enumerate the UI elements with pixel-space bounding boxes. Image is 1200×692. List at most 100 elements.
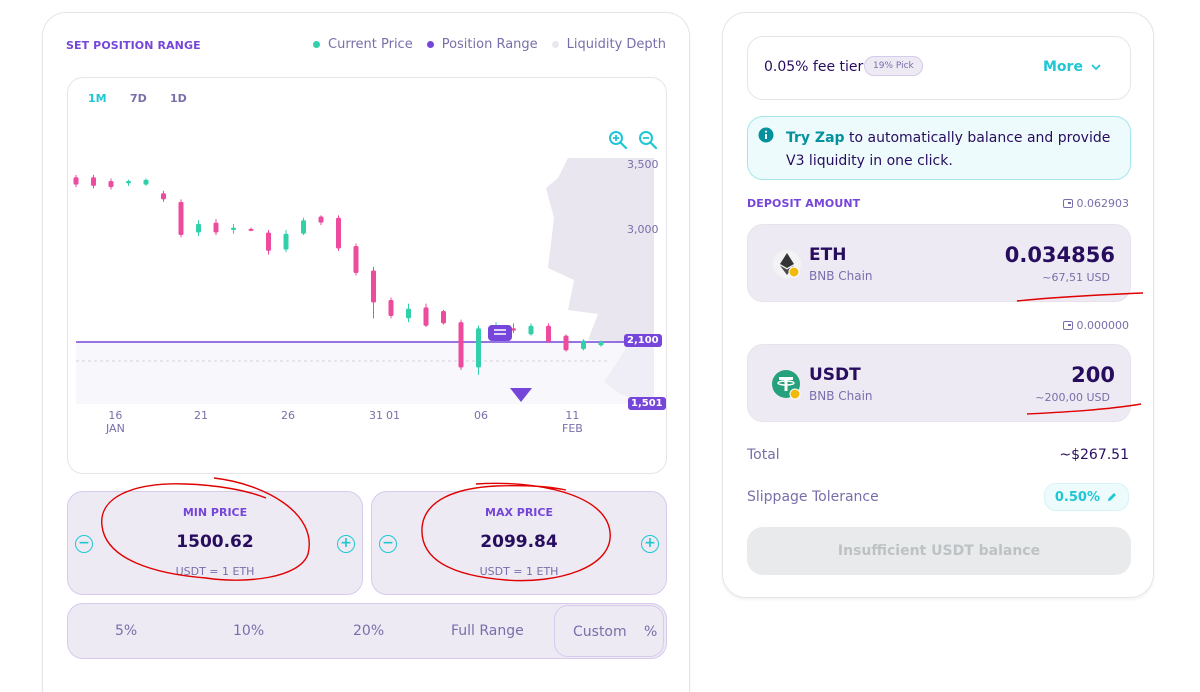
x-tick-label: 11 FEB bbox=[562, 409, 583, 435]
x-tick-day: 11 bbox=[565, 409, 580, 422]
eth-balance: 0.062903 bbox=[1062, 197, 1130, 210]
eth-balance-value: 0.062903 bbox=[1076, 197, 1130, 210]
position-range-band bbox=[76, 342, 654, 404]
candle-up bbox=[528, 325, 534, 335]
range-5-percent[interactable]: 5% bbox=[115, 623, 137, 639]
deposit-card: 0.05% fee tier 19% Pick More Try Zap to … bbox=[722, 12, 1154, 598]
candle-up bbox=[406, 308, 411, 319]
x-tick-day: 16 bbox=[108, 409, 123, 422]
red-underline-annotation bbox=[1016, 292, 1144, 302]
max-price-card: MAX PRICE 2099.84 USDT = 1 ETH − + bbox=[371, 482, 667, 595]
eth-symbol: ETH bbox=[809, 245, 847, 265]
y-tick-label: 3,500 bbox=[627, 158, 659, 171]
x-tick-label: 16 JAN bbox=[106, 409, 125, 435]
slippage-value: 0.50% bbox=[1054, 489, 1100, 505]
max-price-increase-icon[interactable]: + bbox=[641, 535, 659, 553]
legend-liquidity-depth: Liquidity Depth bbox=[551, 37, 666, 52]
range-20-percent[interactable]: 20% bbox=[353, 623, 384, 639]
x-tick-label: 31 bbox=[369, 409, 383, 422]
candle-up bbox=[231, 227, 236, 231]
usdt-amount-input[interactable]: 200 bbox=[1071, 363, 1115, 387]
eth-chain: BNB Chain bbox=[809, 269, 873, 283]
position-range-dot-icon bbox=[426, 41, 434, 48]
chevron-down-icon bbox=[1091, 64, 1101, 71]
fee-pick-badge: 19% Pick bbox=[864, 56, 923, 76]
candle-up bbox=[301, 220, 306, 234]
slippage-button[interactable]: 0.50% bbox=[1043, 483, 1129, 511]
x-tick-day: 26 bbox=[281, 409, 295, 422]
candle-down bbox=[73, 177, 79, 185]
min-price-marker: 1,501 bbox=[628, 397, 666, 410]
candle-down bbox=[423, 307, 429, 326]
candle-down bbox=[546, 325, 551, 342]
red-underline-annotation bbox=[1026, 403, 1142, 415]
candle-down bbox=[563, 335, 569, 351]
deposit-amount-title: DEPOSIT AMOUNT bbox=[747, 197, 861, 210]
min-price-increase-icon[interactable]: + bbox=[337, 535, 355, 553]
total-value: ~$267.51 bbox=[1059, 447, 1129, 463]
candle-down bbox=[178, 201, 184, 235]
range-custom-percent: % bbox=[644, 624, 658, 640]
liquidity-depth-dot-icon bbox=[551, 41, 559, 48]
x-tick-month: FEB bbox=[562, 422, 583, 435]
zap-message: Try Zap to automatically balance and pro… bbox=[786, 127, 1116, 173]
legend-label: Current Price bbox=[328, 37, 413, 52]
legend-current-price: Current Price bbox=[313, 37, 413, 52]
current-price-dot-icon bbox=[313, 41, 321, 48]
y-tick-label: 3,000 bbox=[627, 223, 659, 236]
eth-amount-input[interactable]: 0.034856 bbox=[1005, 243, 1115, 267]
fee-tier-box: 0.05% fee tier 19% Pick More bbox=[747, 36, 1131, 100]
pencil-icon bbox=[1108, 493, 1116, 501]
range-custom[interactable]: Custom % bbox=[554, 605, 664, 657]
x-tick-label: 01 bbox=[386, 409, 400, 422]
zap-info-box: Try Zap to automatically balance and pro… bbox=[747, 116, 1131, 180]
wallet-icon bbox=[1062, 199, 1073, 208]
candle-down bbox=[458, 322, 464, 368]
wallet-icon bbox=[1062, 321, 1073, 330]
candle-up bbox=[196, 223, 201, 233]
min-price-decrease-icon[interactable]: − bbox=[75, 535, 93, 553]
x-tick-day: 06 bbox=[474, 409, 488, 422]
x-tick-label: 06 bbox=[474, 409, 488, 422]
more-label: More bbox=[1043, 59, 1083, 75]
candle-up bbox=[283, 233, 289, 250]
fee-tier-label: 0.05% fee tier bbox=[764, 59, 864, 75]
candle-up bbox=[581, 340, 586, 350]
candle-down bbox=[248, 228, 254, 231]
more-fee-button[interactable]: More bbox=[1043, 59, 1101, 75]
submit-button[interactable]: Insufficient USDT balance bbox=[747, 527, 1131, 575]
x-tick-label: 21 bbox=[194, 409, 208, 422]
range-full[interactable]: Full Range bbox=[451, 623, 524, 639]
try-zap-link[interactable]: Try Zap bbox=[786, 130, 845, 146]
candle-down bbox=[353, 246, 359, 273]
x-tick-day: 01 bbox=[386, 409, 400, 422]
candle-down bbox=[318, 216, 324, 223]
range-10-percent[interactable]: 10% bbox=[233, 623, 264, 639]
candle-down bbox=[91, 177, 96, 186]
red-circle-annotation bbox=[101, 477, 310, 581]
range-options-bar: 5% 10% 20% Full Range Custom % bbox=[67, 603, 667, 659]
candle-down bbox=[213, 222, 219, 233]
red-circle-annotation bbox=[421, 482, 611, 582]
min-price-card: MIN PRICE 1500.62 USDT = 1 ETH − + bbox=[67, 477, 363, 595]
candle-down bbox=[441, 311, 446, 324]
legend-label: Liquidity Depth bbox=[566, 37, 666, 52]
max-price-decrease-icon[interactable]: − bbox=[379, 535, 397, 553]
eth-usd-value: ~67,51 USD bbox=[1042, 271, 1110, 284]
x-tick-day: 31 bbox=[369, 409, 383, 422]
usdt-chain: BNB Chain bbox=[809, 389, 873, 403]
info-icon bbox=[758, 127, 774, 143]
candle-down bbox=[108, 180, 114, 188]
max-price-handle[interactable] bbox=[488, 325, 512, 341]
usdt-balance-value: 0.000000 bbox=[1076, 319, 1130, 332]
x-tick-day: 21 bbox=[194, 409, 208, 422]
candle-down bbox=[266, 232, 271, 251]
slippage-label: Slippage Tolerance bbox=[747, 489, 879, 505]
total-label: Total bbox=[747, 447, 780, 463]
candle-down bbox=[336, 217, 341, 249]
range-custom-label: Custom bbox=[573, 624, 627, 640]
price-chart[interactable]: 1M 7D 1D 3,500 3,000 2,100 1,501 16 JAN … bbox=[67, 77, 667, 474]
legend-label: Position Range bbox=[441, 37, 538, 52]
candle-up bbox=[476, 328, 481, 368]
candle-up bbox=[598, 341, 604, 346]
